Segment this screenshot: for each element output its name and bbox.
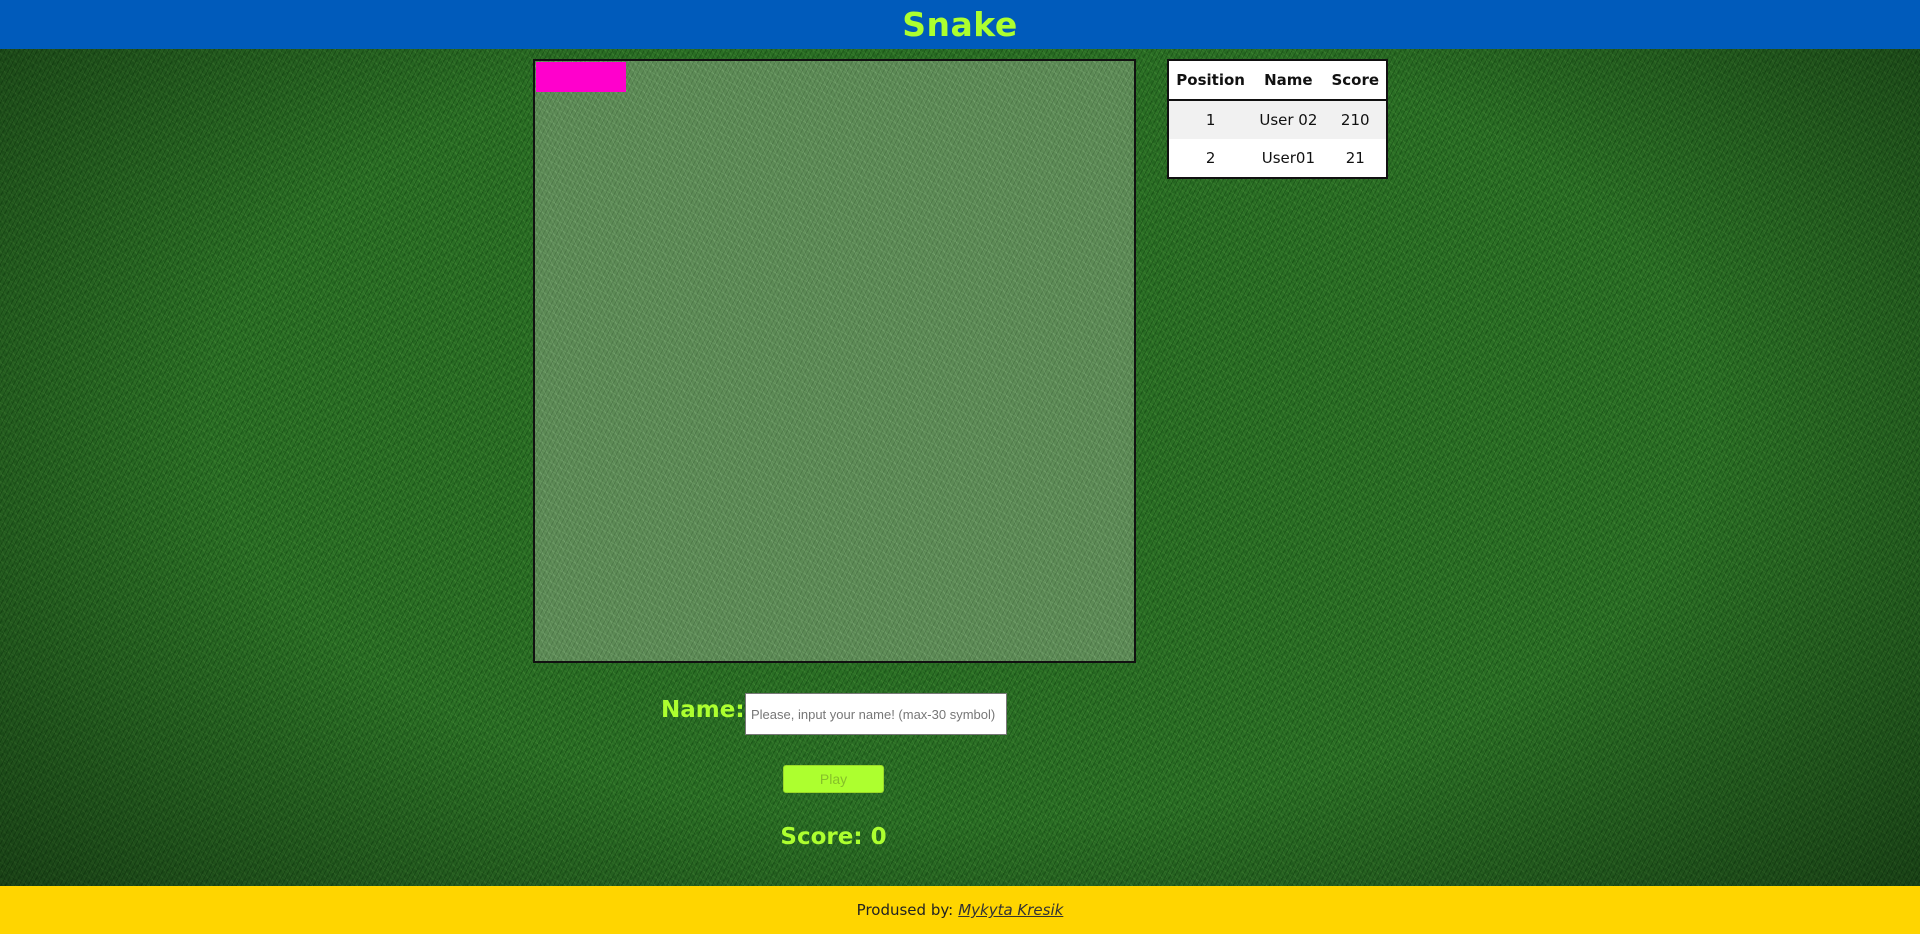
row-name: User01 xyxy=(1252,139,1325,178)
name-input[interactable] xyxy=(745,693,1007,735)
produced-by-label: Prodused by: xyxy=(856,901,954,919)
score-display: Score: 0 xyxy=(780,824,887,850)
play-button[interactable]: Play xyxy=(783,765,884,793)
row-score: 210 xyxy=(1324,100,1387,139)
snake-segment xyxy=(536,62,626,92)
column-header-position: Position xyxy=(1168,60,1253,101)
site-footer: Prodused by: Mykyta Kresik xyxy=(0,886,1920,934)
leaderboard-header-row: Position Name Score xyxy=(1168,60,1387,101)
game-board[interactable] xyxy=(533,59,1136,663)
table-row: 1 User 02 210 xyxy=(1168,100,1387,139)
table-row: 2 User01 21 xyxy=(1168,139,1387,178)
site-header: Snake xyxy=(0,0,1920,49)
leaderboard-table: Position Name Score 1 User 02 210 2 User… xyxy=(1167,59,1388,179)
row-position: 2 xyxy=(1168,139,1253,178)
row-name: User 02 xyxy=(1252,100,1325,139)
name-label: Name: xyxy=(661,697,745,723)
page-title: Snake xyxy=(902,5,1018,44)
row-score: 21 xyxy=(1324,139,1387,178)
row-position: 1 xyxy=(1168,100,1253,139)
column-header-score: Score xyxy=(1324,60,1387,101)
column-header-name: Name xyxy=(1252,60,1325,101)
author-link[interactable]: Mykyta Kresik xyxy=(958,901,1063,919)
